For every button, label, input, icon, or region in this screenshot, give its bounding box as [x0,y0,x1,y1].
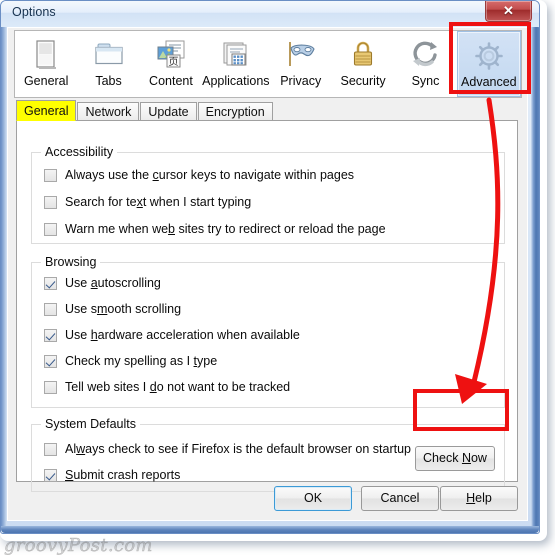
toolbar-item-sync[interactable]: Sync [394,31,456,97]
close-icon[interactable]: ✕ [485,1,532,22]
subtab-encryption[interactable]: Encryption [197,102,273,122]
toolbar-item-security[interactable]: Security [332,31,394,97]
security-lock-icon [349,37,377,73]
toolbar-item-label: Tabs [95,74,122,88]
check-now-button[interactable]: Check Now [415,446,495,471]
checkbox-warn-redirect[interactable] [44,222,57,236]
general-page-icon [33,37,59,73]
tabs-folder-icon [92,37,126,73]
checkbox-label: Warn me when web sites try to redirect o… [65,222,386,236]
toolbar-item-content[interactable]: 页 Content [140,31,202,97]
subtab-update[interactable]: Update [140,102,197,122]
checkbox-row-warn-redirect[interactable]: Warn me when web sites try to redirect o… [44,220,386,238]
toolbar-item-privacy[interactable]: Privacy [270,31,332,97]
checkbox-row-autoscrolling[interactable]: Use autoscrolling [44,274,161,292]
checkbox-row-default-browser[interactable]: Always check to see if Firefox is the de… [44,440,411,458]
system-defaults-group: System Defaults Always check to see if F… [31,417,505,492]
watermark: groovyPost.com [4,535,153,556]
checkbox-row-spell-check[interactable]: Check my spelling as I type [44,352,217,370]
checkbox-label: Always use the cursor keys to navigate w… [65,168,355,182]
toolbar-item-label: General [23,74,69,88]
window-right-border [531,25,539,529]
dialog-client-area: General Tabs 页 Content Applications Priv… [7,27,528,521]
options-dialog-window: Options ✕ General Tabs 页 Content Applica… [0,0,540,534]
checkbox-label: Search for text when I start typing [65,195,252,209]
toolbar-item-label: Sync [411,74,440,88]
accessibility-group: Accessibility Always use the cursor keys… [31,145,505,244]
checkbox-label: Use autoscrolling [65,276,161,290]
checkbox-row-smooth-scrolling[interactable]: Use smooth scrolling [44,300,181,318]
toolbar-item-tabs[interactable]: Tabs [77,31,139,97]
checkbox-row-cursor-keys[interactable]: Always use the cursor keys to navigate w… [44,166,354,184]
toolbar-item-advanced[interactable]: Advanced [456,31,522,97]
svg-text:页: 页 [168,56,178,68]
system-defaults-group-title: System Defaults [41,417,141,431]
checkbox-label: Use smooth scrolling [65,302,182,316]
help-button[interactable]: Help [440,486,518,511]
advanced-gear-icon [473,38,505,74]
subtab-network[interactable]: Network [77,102,140,122]
checkbox-hardware-acceleration[interactable] [44,328,57,342]
checkbox-spell-check[interactable] [44,354,57,368]
cancel-button[interactable]: Cancel [361,486,439,511]
checkbox-row-hardware-acceleration[interactable]: Use hardware acceleration when available [44,326,300,344]
checkbox-do-not-track[interactable] [44,380,57,394]
advanced-general-panel: Accessibility Always use the cursor keys… [16,120,518,492]
checkbox-row-do-not-track[interactable]: Tell web sites I do not want to be track… [44,378,290,396]
advanced-subtab-strip: General Network Update Encryption [16,100,518,122]
options-category-toolbar: General Tabs 页 Content Applications Priv… [14,30,522,98]
browsing-group: Browsing Use autoscrolling Use smooth sc… [31,255,505,408]
browsing-group-title: Browsing [41,255,101,269]
toolbar-item-label: Security [340,74,386,88]
checkbox-cursor-keys[interactable] [44,168,57,182]
applications-icon [219,37,253,73]
privacy-mask-icon [284,37,318,73]
checkbox-autoscrolling[interactable] [44,276,57,290]
dialog-button-bar: OK Cancel Help [8,486,527,512]
checkbox-label: Use hardware acceleration when available [65,328,300,342]
screenshot-root: Options ✕ General Tabs 页 Content Applica… [0,0,555,557]
window-bottom-border [1,526,539,533]
checkbox-row-search-on-typing[interactable]: Search for text when I start typing [44,193,251,211]
checkbox-search-on-typing[interactable] [44,195,57,209]
checkbox-default-browser[interactable] [44,442,57,456]
subtab-general[interactable]: General [16,100,77,121]
toolbar-item-label: Privacy [280,74,322,88]
checkbox-crash-reports[interactable] [44,468,57,482]
toolbar-item-applications[interactable]: Applications [202,31,270,97]
window-title: Options [12,5,56,19]
checkbox-label: Always check to see if Firefox is the de… [65,442,412,456]
ok-button[interactable]: OK [274,486,352,511]
toolbar-item-general[interactable]: General [15,31,77,97]
toolbar-item-label: Applications [202,74,270,88]
checkbox-label: Check my spelling as I type [65,354,218,368]
checkbox-label: Submit crash reports [65,468,181,482]
content-image-icon: 页 [154,37,188,73]
toolbar-item-label: Content [149,74,193,88]
checkbox-label: Tell web sites I do not want to be track… [65,380,291,394]
checkbox-row-crash-reports[interactable]: Submit crash reports [44,466,180,484]
sync-arrows-icon [410,37,440,73]
toolbar-item-label: Advanced [461,75,517,89]
checkbox-smooth-scrolling[interactable] [44,302,57,316]
title-bar: Options ✕ [1,1,539,27]
accessibility-group-title: Accessibility [41,145,118,159]
